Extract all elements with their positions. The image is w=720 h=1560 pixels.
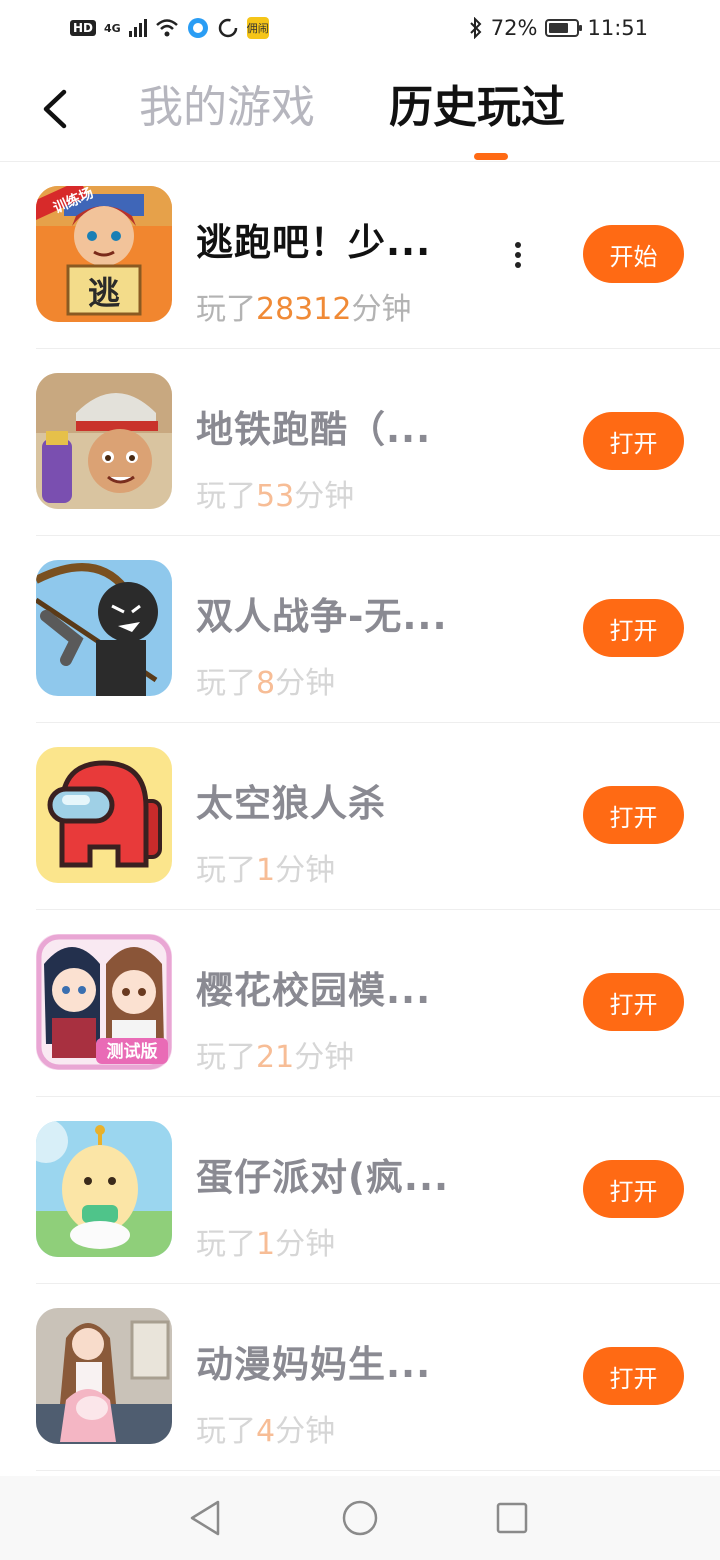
stickman-archer-icon[interactable]	[36, 560, 172, 696]
play-prefix: 玩了	[196, 1414, 256, 1449]
battery-percent: 72%	[490, 16, 538, 40]
game-row[interactable]: 地铁跑酷（... 玩了53分钟 打开	[0, 349, 720, 536]
subway-surfers-icon[interactable]	[36, 373, 172, 509]
game-row[interactable]: 测试版 樱花校园模... 玩了21分钟 打开	[0, 910, 720, 1097]
back-triangle-icon[interactable]	[184, 1496, 228, 1540]
tab-history-played[interactable]: 历史玩过	[389, 78, 565, 138]
system-nav-bar	[0, 1476, 720, 1560]
game-row[interactable]: 太空狼人杀 玩了1分钟 打开	[0, 723, 720, 910]
bluetooth-icon	[470, 17, 482, 39]
play-prefix: 玩了	[196, 853, 256, 888]
icon-sign-text: 逃	[88, 274, 120, 312]
open-button[interactable]: 打开	[583, 412, 684, 470]
play-unit: 分钟	[275, 1414, 336, 1449]
game-row[interactable]: 双人战争-无... 玩了8分钟 打开	[0, 536, 720, 723]
open-button[interactable]: 打开	[583, 1160, 684, 1218]
game-title: 逃跑吧！少...	[196, 221, 432, 264]
play-time: 玩了1分钟	[196, 845, 335, 889]
play-minutes: 4	[256, 1414, 276, 1449]
play-time: 玩了4分钟	[196, 1406, 335, 1450]
browser-app-icon	[187, 18, 208, 38]
game-title: 蛋仔派对(疯...	[196, 1156, 450, 1199]
game-list: 逃 训练场 逃跑吧！少... 玩了28312分钟 开始 地铁跑酷（... 玩了5…	[0, 162, 720, 1471]
battery-icon	[545, 19, 583, 37]
game-title: 双人战争-无...	[196, 595, 448, 638]
more-vertical-icon[interactable]	[508, 240, 528, 270]
network-type-label: 4G	[104, 21, 121, 35]
play-prefix: 玩了	[196, 292, 256, 327]
game-title: 太空狼人杀	[196, 782, 386, 825]
play-unit: 分钟	[275, 666, 336, 701]
crewmate-icon[interactable]	[36, 747, 172, 883]
notification-app-icon: 佣闹	[246, 17, 269, 39]
play-time: 玩了21分钟	[196, 1032, 354, 1076]
tab-indicator	[474, 153, 508, 160]
status-bar: HD 4G 佣闹 72% 11:51	[0, 0, 720, 56]
game-row[interactable]: 动漫妈妈生... 玩了4分钟 打开	[0, 1284, 720, 1471]
open-button[interactable]: 打开	[583, 973, 684, 1031]
open-button[interactable]: 打开	[583, 599, 684, 657]
battery-level	[549, 23, 569, 33]
game-row[interactable]: 逃 训练场 逃跑吧！少... 玩了28312分钟 开始	[0, 162, 720, 349]
play-unit: 分钟	[351, 292, 412, 327]
back-arrow-icon[interactable]	[36, 86, 76, 132]
play-minutes: 1	[256, 853, 276, 888]
status-right: 72% 11:51	[469, 16, 720, 40]
game-title: 樱花校园模...	[196, 969, 432, 1012]
play-time: 玩了1分钟	[196, 1219, 335, 1263]
play-minutes: 53	[256, 479, 295, 514]
play-unit: 分钟	[294, 1040, 355, 1075]
sakura-school-icon[interactable]: 测试版	[36, 934, 172, 1070]
escape-game-icon[interactable]: 逃 训练场	[36, 186, 172, 322]
wifi-icon	[155, 19, 178, 37]
play-time: 玩了53分钟	[196, 471, 354, 515]
signal-icon	[128, 19, 147, 37]
play-prefix: 玩了	[196, 479, 256, 514]
recents-square-icon[interactable]	[490, 1496, 534, 1540]
eggy-party-icon[interactable]	[36, 1121, 172, 1257]
play-minutes: 21	[256, 1040, 295, 1075]
play-time: 玩了8分钟	[196, 658, 335, 702]
play-minutes: 8	[256, 666, 276, 701]
play-time: 玩了28312分钟	[196, 284, 411, 328]
play-prefix: 玩了	[196, 1227, 256, 1262]
play-prefix: 玩了	[196, 666, 256, 701]
play-prefix: 玩了	[196, 1040, 256, 1075]
game-title: 动漫妈妈生...	[196, 1343, 432, 1386]
play-unit: 分钟	[275, 853, 336, 888]
sync-icon	[218, 18, 237, 38]
open-button[interactable]: 打开	[583, 786, 684, 844]
anime-mom-icon[interactable]	[36, 1308, 172, 1444]
open-button[interactable]: 打开	[583, 1347, 684, 1405]
top-nav: 我的游戏 历史玩过	[0, 56, 720, 162]
icon-badge-text: 测试版	[107, 1041, 158, 1062]
play-unit: 分钟	[275, 1227, 336, 1262]
home-circle-icon[interactable]	[338, 1496, 382, 1540]
hd-icon: HD	[70, 20, 97, 36]
game-row[interactable]: 蛋仔派对(疯... 玩了1分钟 打开	[0, 1097, 720, 1284]
tab-my-games[interactable]: 我的游戏	[139, 78, 315, 138]
play-minutes: 1	[256, 1227, 276, 1262]
play-minutes: 28312	[256, 292, 352, 327]
status-left: HD 4G 佣闹	[0, 17, 269, 39]
game-title: 地铁跑酷（...	[196, 408, 432, 451]
start-button[interactable]: 开始	[583, 225, 684, 283]
play-unit: 分钟	[294, 479, 355, 514]
clock: 11:51	[587, 16, 648, 40]
